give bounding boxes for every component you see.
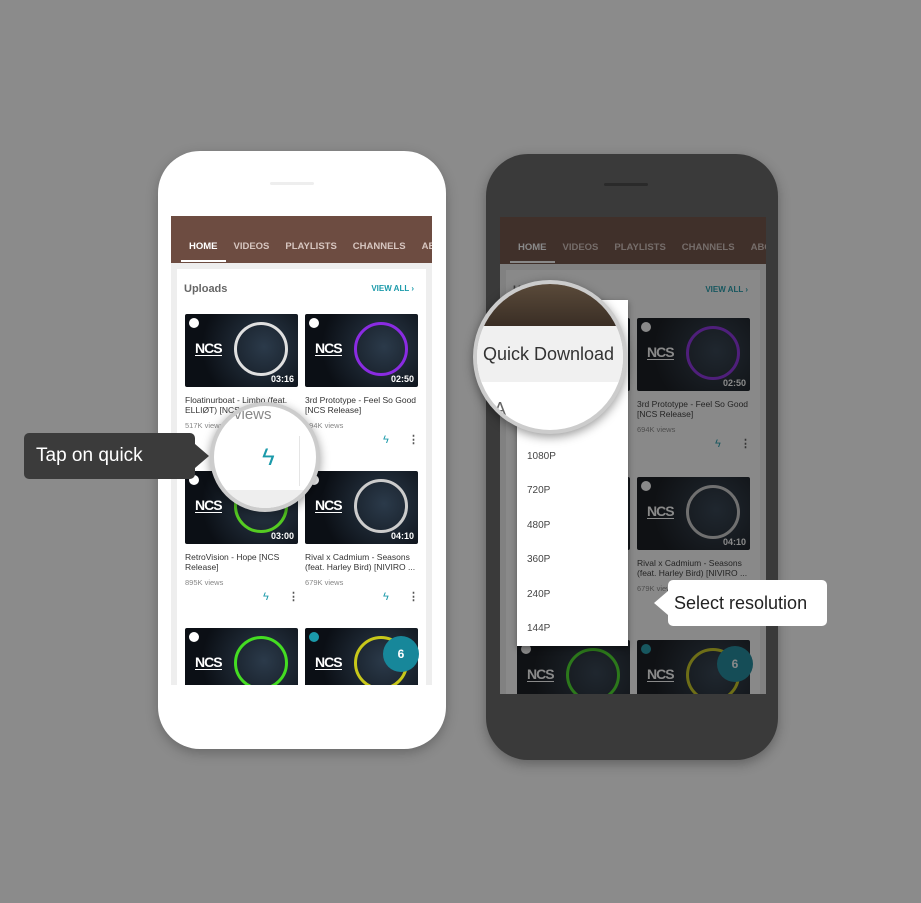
ring-graphic: [234, 636, 288, 685]
callout-text: Select resolution: [674, 593, 808, 613]
callout-tap-on-quick: Tap on quick: [24, 433, 209, 479]
callout-select-resolution: Select resolution: [654, 580, 827, 626]
tab-channels[interactable]: CHANNELS: [345, 240, 414, 262]
resolution-option-1080p[interactable]: 1080P: [527, 451, 556, 462]
magnifier-right: Quick Download M4A: [473, 280, 627, 434]
chevron-right-icon: ›: [411, 284, 414, 293]
select-circle[interactable]: [189, 632, 199, 642]
channel-header: HOMEVIDEOSPLAYLISTSCHANNELSABOUT: [171, 216, 432, 263]
video-duration: 03:16: [270, 374, 294, 384]
views-text: views: [234, 406, 272, 423]
ring-graphic: [354, 479, 408, 533]
select-circle[interactable]: [189, 318, 199, 328]
resolution-option-144p[interactable]: 144P: [527, 623, 550, 634]
more-vert-icon[interactable]: ⋮: [408, 590, 419, 603]
lightning-icon[interactable]: ϟ: [383, 591, 389, 603]
video-views: 679K views: [305, 578, 344, 587]
ncs-logo: NCS: [315, 340, 343, 356]
video-title[interactable]: Rival x Cadmium - Seasons (feat. Harley …: [305, 552, 420, 572]
speaker: [604, 183, 648, 186]
ring-graphic: [234, 322, 288, 376]
lightning-icon[interactable]: ϟ: [263, 591, 269, 603]
lightning-icon[interactable]: ϟ: [262, 444, 275, 472]
video-views: 895K views: [185, 578, 224, 587]
video-duration: 03:00: [270, 531, 294, 541]
more-vert-icon[interactable]: ⋮: [408, 433, 419, 446]
ncs-logo: NCS: [195, 654, 223, 670]
section-title: Uploads: [184, 283, 228, 295]
video-thumbnail[interactable]: NCS: [185, 628, 298, 685]
callout-arrow: [195, 444, 209, 468]
ncs-logo: NCS: [315, 654, 343, 670]
tab-bar: HOMEVIDEOSPLAYLISTSCHANNELSABOUT: [181, 240, 432, 262]
view-all-link[interactable]: VIEW ALL ›: [371, 284, 414, 293]
ncs-logo: NCS: [315, 497, 343, 513]
select-circle[interactable]: [309, 632, 319, 642]
download-count-fab[interactable]: 6: [383, 636, 419, 672]
resolution-option-720p[interactable]: 720P: [527, 485, 550, 496]
resolution-option-480p[interactable]: 480P: [527, 520, 550, 531]
video-image: [477, 284, 623, 326]
select-circle[interactable]: [309, 318, 319, 328]
callout-text: Tap on quick: [36, 445, 143, 466]
tab-videos[interactable]: VIDEOS: [226, 240, 278, 262]
video-title[interactable]: RetroVision - Hope [NCS Release]: [185, 552, 300, 572]
video-thumbnail[interactable]: NCS 03:16: [185, 314, 298, 387]
ncs-logo: NCS: [195, 340, 223, 356]
tab-playlists[interactable]: PLAYLISTS: [277, 240, 344, 262]
format-option-m4a[interactable]: M4A: [477, 399, 506, 420]
video-title[interactable]: 3rd Prototype - Feel So Good [NCS Releas…: [305, 395, 420, 415]
view-all-label: VIEW ALL: [371, 284, 410, 293]
divider: [299, 436, 300, 486]
video-duration: 02:50: [390, 374, 414, 384]
speaker: [270, 182, 314, 185]
ring-graphic: [354, 322, 408, 376]
tab-home[interactable]: HOME: [181, 240, 226, 262]
video-thumbnail[interactable]: NCS 02:50: [305, 314, 418, 387]
magnifier-left: views ϟ: [210, 402, 320, 512]
video-thumbnail[interactable]: NCS 04:10: [305, 471, 418, 544]
tab-about[interactable]: ABOUT: [414, 240, 432, 262]
video-duration: 04:10: [390, 531, 414, 541]
more-vert-icon[interactable]: ⋮: [288, 590, 299, 603]
lightning-icon[interactable]: ϟ: [383, 434, 389, 446]
resolution-option-240p[interactable]: 240P: [527, 589, 550, 600]
callout-arrow: [654, 591, 668, 615]
quick-download-title: Quick Download: [483, 344, 615, 364]
resolution-option-360p[interactable]: 360P: [527, 554, 550, 565]
